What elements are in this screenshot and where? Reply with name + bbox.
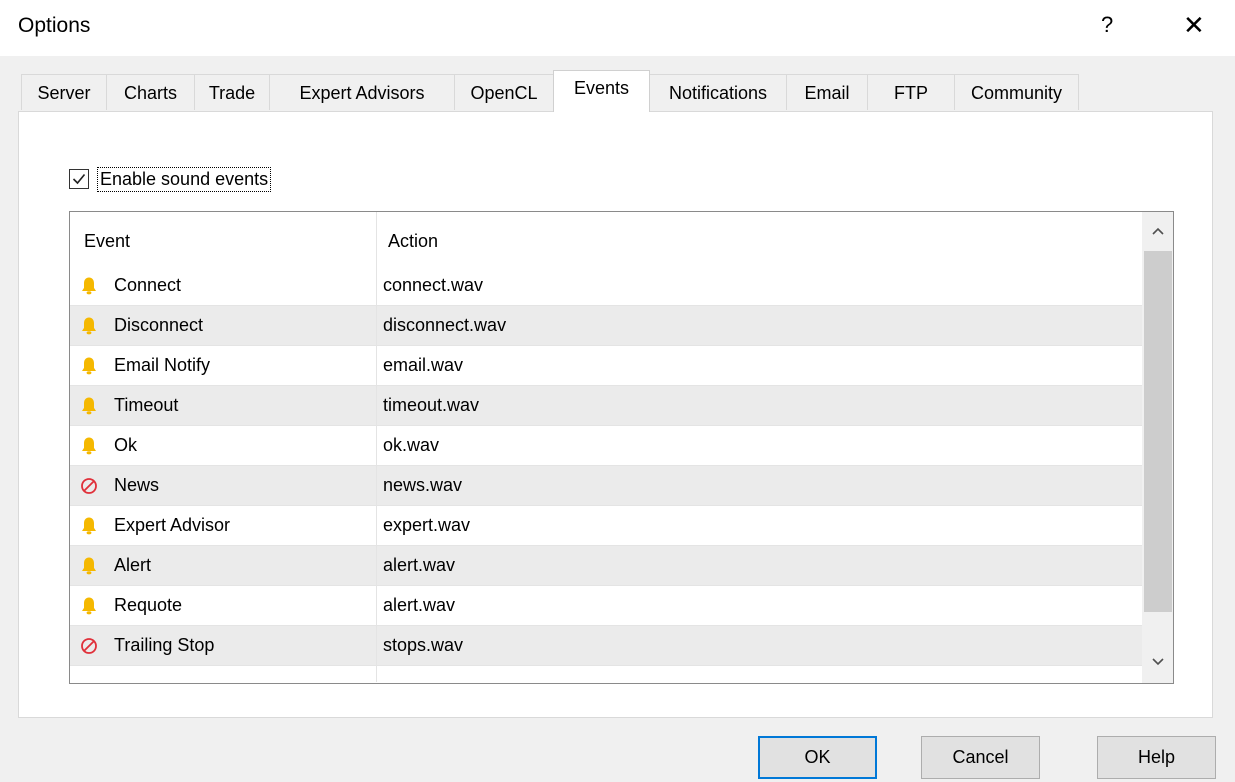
table-row[interactable]: Connect connect.wav	[70, 266, 1142, 306]
event-action[interactable]: stops.wav	[383, 635, 463, 656]
event-action[interactable]: alert.wav	[383, 595, 455, 616]
tab-notifications[interactable]: Notifications	[649, 74, 787, 110]
event-action[interactable]: connect.wav	[383, 275, 483, 296]
table-row[interactable]: Requote alert.wav	[70, 586, 1142, 626]
title-bar: Options ? ✕	[0, 0, 1235, 56]
bell-icon	[80, 316, 98, 336]
event-action[interactable]: expert.wav	[383, 515, 470, 536]
event-action[interactable]: timeout.wav	[383, 395, 479, 416]
tab-label: Trade	[208, 83, 256, 103]
help-button[interactable]: Help	[1097, 736, 1216, 779]
list-header: Event Action	[70, 212, 1142, 266]
event-action[interactable]: ok.wav	[383, 435, 439, 456]
tab-label: Notifications	[668, 83, 768, 103]
tab-ftp[interactable]: FTP	[867, 74, 955, 110]
chevron-up-icon	[1152, 227, 1164, 235]
tab-label: Email	[804, 83, 850, 103]
column-header-event[interactable]: Event	[84, 231, 130, 252]
events-list[interactable]: Event Action Connect connect.wav Disconnec…	[69, 211, 1174, 684]
event-name: Timeout	[114, 395, 179, 415]
tab-label: OpenCL	[470, 83, 538, 103]
column-divider	[376, 212, 377, 682]
bell-icon	[80, 356, 98, 376]
bell-icon	[80, 556, 98, 576]
ok-button[interactable]: OK	[758, 736, 877, 779]
tab-community[interactable]: Community	[954, 74, 1079, 110]
bell-icon	[80, 516, 98, 536]
event-name: Requote	[114, 595, 183, 615]
list-rows: Connect connect.wav Disconnect disconnect.w…	[70, 266, 1142, 666]
event-action[interactable]: alert.wav	[383, 555, 455, 576]
bell-icon	[80, 276, 98, 296]
tab-trade[interactable]: Trade	[194, 74, 270, 110]
scroll-thumb[interactable]	[1144, 251, 1172, 612]
event-name: Disconnect	[114, 315, 204, 335]
event-name: Connect	[114, 275, 182, 295]
help-title-button[interactable]: ?	[1101, 12, 1113, 38]
cancel-button[interactable]: Cancel	[921, 736, 1040, 779]
vertical-scrollbar[interactable]	[1142, 212, 1173, 683]
tab-server[interactable]: Server	[21, 74, 107, 110]
close-button[interactable]: ✕	[1183, 10, 1205, 41]
tab-label: Community	[970, 83, 1063, 103]
event-name: Alert	[114, 555, 152, 575]
event-name: Ok	[114, 435, 138, 455]
checkbox-label: Enable sound events	[97, 167, 272, 192]
bell-icon	[80, 596, 98, 616]
disabled-icon	[80, 476, 98, 496]
tab-label: FTP	[894, 83, 928, 103]
event-name: Email Notify	[114, 355, 211, 375]
table-row[interactable]: Timeout timeout.wav	[70, 386, 1142, 426]
event-action[interactable]: news.wav	[383, 475, 462, 496]
disabled-icon	[80, 636, 98, 656]
tab-charts[interactable]: Charts	[106, 74, 195, 110]
table-row[interactable]: Trailing Stop stops.wav	[70, 626, 1142, 666]
column-header-action[interactable]: Action	[388, 231, 438, 252]
tab-expert-advisors[interactable]: Expert Advisors	[269, 74, 455, 110]
table-row[interactable]: News news.wav	[70, 466, 1142, 506]
table-row[interactable]: Email Notify email.wav	[70, 346, 1142, 386]
checkmark-icon	[72, 173, 86, 185]
table-row[interactable]: Alert alert.wav	[70, 546, 1142, 586]
event-name: News	[114, 475, 160, 495]
tab-label: Events	[573, 78, 630, 98]
window-title: Options	[18, 14, 91, 37]
event-name: Trailing Stop	[114, 635, 215, 655]
table-row[interactable]: Ok ok.wav	[70, 426, 1142, 466]
table-row[interactable]: Expert Advisor expert.wav	[70, 506, 1142, 546]
scroll-down-button[interactable]	[1142, 645, 1173, 683]
event-action[interactable]: disconnect.wav	[383, 315, 506, 336]
tab-label: Server	[37, 83, 91, 103]
tab-events[interactable]: Events	[553, 70, 650, 112]
checkbox-box[interactable]	[69, 169, 89, 189]
tab-email[interactable]: Email	[786, 74, 868, 110]
table-row[interactable]: Disconnect disconnect.wav	[70, 306, 1142, 346]
event-name: Expert Advisor	[114, 515, 231, 535]
event-action[interactable]: email.wav	[383, 355, 463, 376]
bell-icon	[80, 396, 98, 416]
tab-label: Expert Advisors	[299, 83, 425, 103]
chevron-down-icon	[1152, 658, 1164, 666]
tab-label: Charts	[123, 83, 177, 103]
bell-icon	[80, 436, 98, 456]
scroll-up-button[interactable]	[1142, 212, 1173, 250]
tab-opencl[interactable]: OpenCL	[454, 74, 554, 110]
